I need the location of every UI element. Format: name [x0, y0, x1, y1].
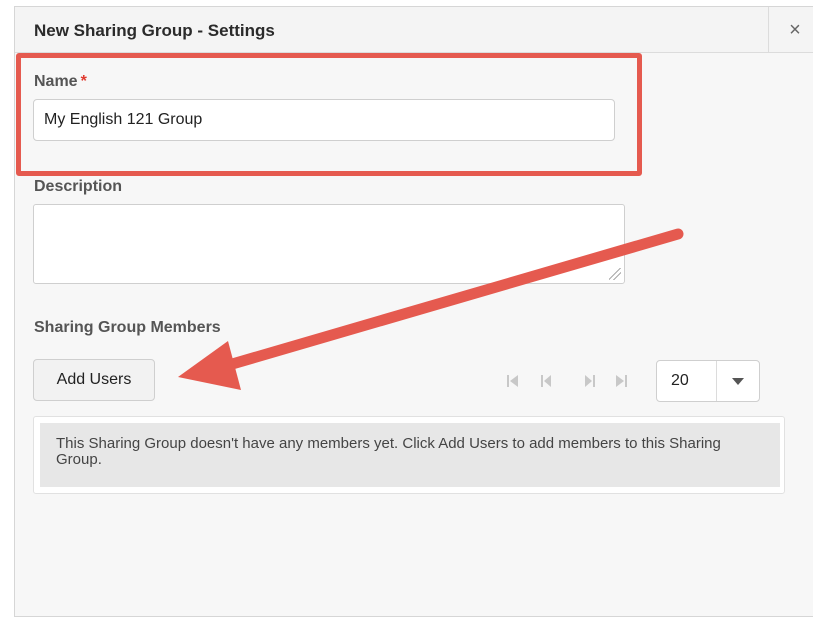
resize-grip-icon[interactable] — [609, 268, 621, 280]
page-size-select[interactable]: 20 — [656, 360, 760, 402]
members-list: This Sharing Group doesn't have any memb… — [33, 416, 785, 494]
members-heading: Sharing Group Members — [34, 319, 221, 336]
name-field-annotation-box — [16, 53, 642, 176]
chevron-down-icon[interactable] — [732, 378, 744, 385]
dialog-title: New Sharing Group - Settings — [34, 21, 275, 40]
last-page-icon[interactable] — [611, 372, 629, 390]
page-size-value: 20 — [671, 372, 689, 389]
empty-members-message: This Sharing Group doesn't have any memb… — [40, 423, 780, 487]
description-textarea[interactable] — [33, 204, 625, 284]
next-page-icon[interactable] — [581, 372, 599, 390]
select-divider — [716, 361, 717, 401]
dialog-titlebar: New Sharing Group - Settings × — [15, 7, 813, 53]
description-label: Description — [34, 178, 123, 195]
first-page-icon[interactable] — [505, 372, 523, 390]
add-users-button[interactable]: Add Users — [33, 359, 155, 401]
close-button[interactable]: × — [768, 7, 813, 53]
pagination-controls — [505, 372, 635, 390]
prev-page-icon[interactable] — [537, 372, 555, 390]
close-icon: × — [789, 19, 801, 41]
